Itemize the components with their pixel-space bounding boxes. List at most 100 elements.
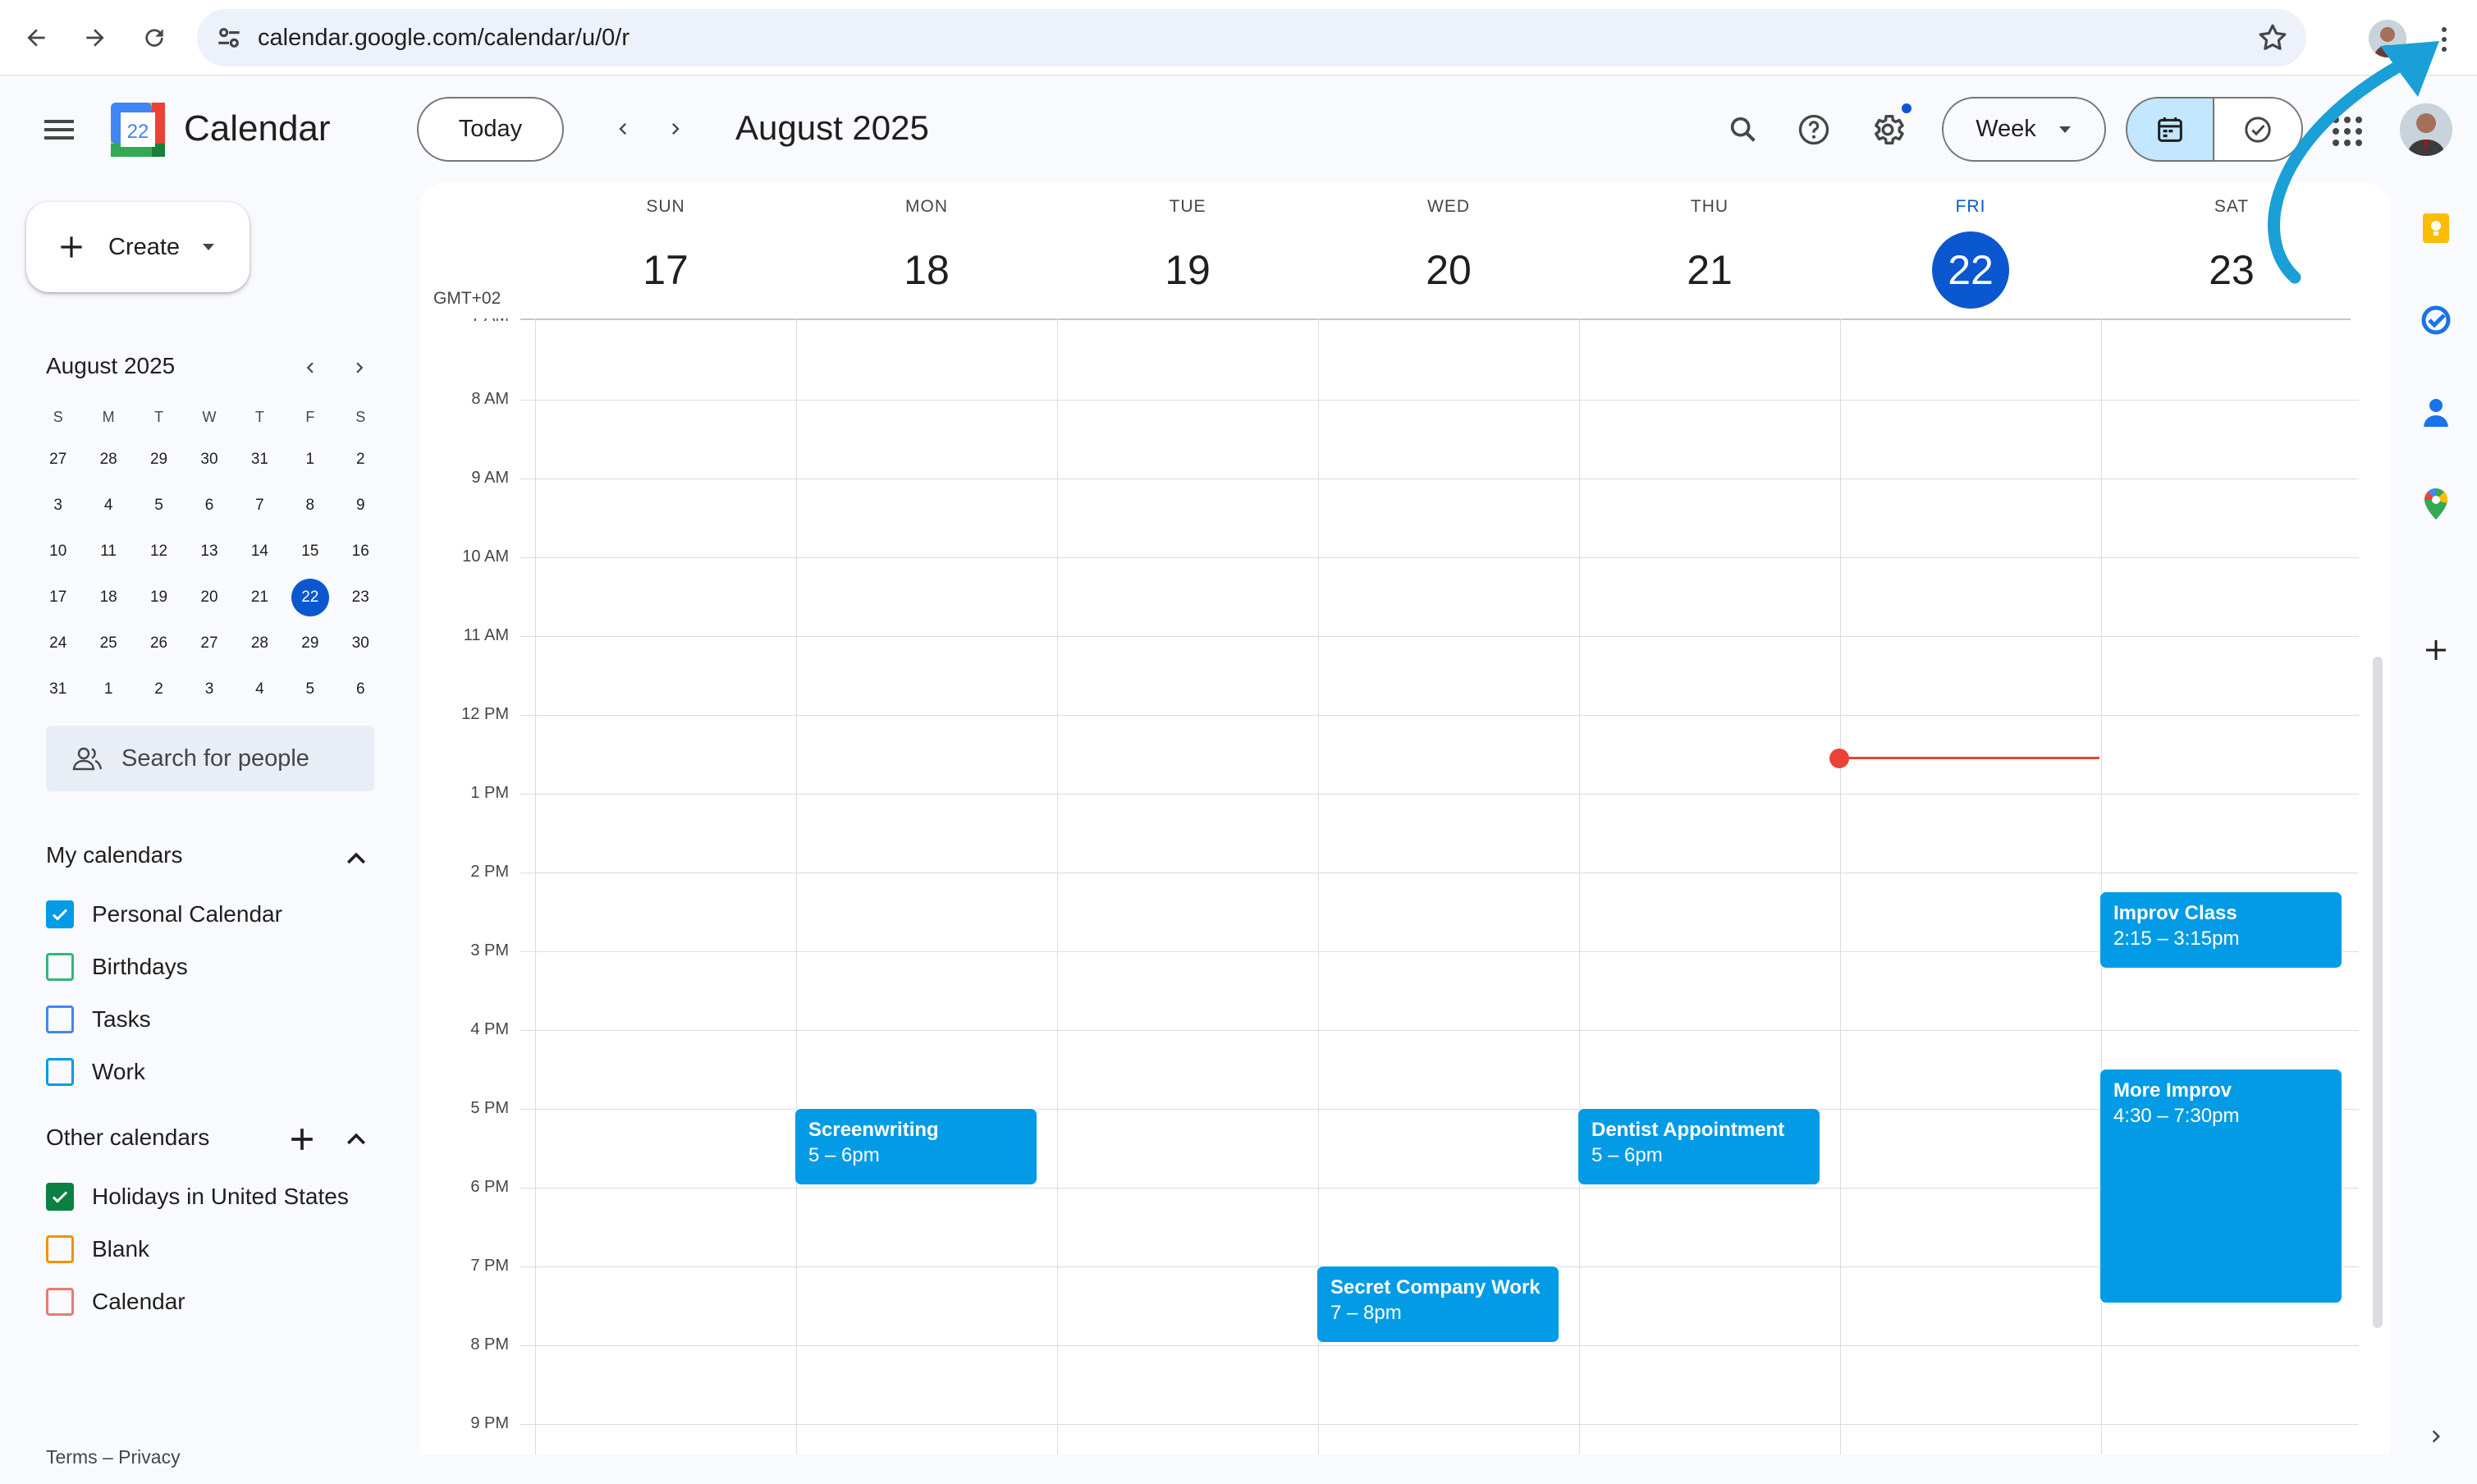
add-addon-icon[interactable] — [2416, 630, 2456, 670]
help-icon[interactable] — [1791, 107, 1837, 153]
mini-calendar-day[interactable]: 30 — [184, 437, 234, 483]
mini-calendar-day[interactable]: 5 — [134, 483, 184, 529]
checkbox-icon[interactable] — [46, 1288, 74, 1316]
mini-calendar-day[interactable]: 29 — [285, 621, 335, 666]
mini-calendar-day[interactable]: 17 — [33, 575, 83, 621]
mini-calendar-day[interactable]: 6 — [184, 483, 234, 529]
mini-calendar-day[interactable]: 25 — [83, 621, 133, 666]
event-dentist-appointment[interactable]: Dentist Appointment 5 – 6pm — [1577, 1108, 1820, 1185]
mini-calendar-prev-button[interactable] — [294, 351, 327, 384]
checkbox-icon[interactable] — [46, 953, 74, 981]
calendar-view-toggle[interactable] — [2126, 97, 2214, 162]
day-header-sun[interactable]: SUN 17 — [535, 197, 796, 309]
grid-scrollbar[interactable] — [2373, 657, 2383, 1328]
event-screenwriting[interactable]: Screenwriting 5 – 6pm — [794, 1108, 1037, 1185]
mini-calendar-day[interactable]: 7 — [235, 483, 285, 529]
day-header-fri-today[interactable]: FRI 22 — [1840, 197, 2101, 309]
calendar-item-personal[interactable]: Personal Calendar — [46, 896, 282, 932]
address-bar[interactable]: calendar.google.com/calendar/u/0/r — [197, 9, 2306, 66]
mini-calendar-next-button[interactable] — [343, 351, 376, 384]
checkbox-checked-icon[interactable] — [46, 900, 74, 928]
settings-icon[interactable] — [1865, 107, 1911, 153]
add-other-calendar-icon[interactable] — [284, 1121, 320, 1157]
menu-icon[interactable] — [36, 113, 82, 146]
mini-calendar-day[interactable]: 8 — [285, 483, 335, 529]
mini-calendar-day-selected[interactable]: 22 — [285, 575, 335, 621]
mini-calendar-day[interactable]: 16 — [336, 529, 386, 575]
chevron-right-icon[interactable] — [2416, 1417, 2456, 1456]
day-number[interactable]: 18 — [888, 231, 965, 309]
day-header-thu[interactable]: THU 21 — [1579, 197, 1840, 309]
day-number[interactable]: 17 — [627, 231, 704, 309]
event-secret-company-work[interactable]: Secret Company Work 7 – 8pm — [1316, 1266, 1559, 1343]
tasks-icon[interactable] — [2416, 300, 2456, 340]
mini-calendar-day[interactable]: 1 — [83, 666, 133, 712]
terms-privacy-link[interactable]: Terms – Privacy — [46, 1446, 181, 1468]
checkbox-icon[interactable] — [46, 1058, 74, 1086]
checkbox-icon[interactable] — [46, 1235, 74, 1263]
day-number-today[interactable]: 22 — [1932, 231, 2009, 309]
collapse-my-calendars-icon[interactable] — [338, 840, 374, 877]
calendar-item-tasks[interactable]: Tasks — [46, 1001, 151, 1037]
checkbox-checked-icon[interactable] — [46, 1183, 74, 1211]
mini-calendar-day[interactable]: 30 — [336, 621, 386, 666]
other-calendars-heading[interactable]: Other calendars — [46, 1124, 209, 1151]
mini-calendar-day[interactable]: 28 — [83, 437, 133, 483]
time-grid[interactable]: 7 AM 8 AM 9 AM 10 AM 11 AM 12 PM 1 PM 2 … — [420, 318, 2365, 1454]
mini-calendar-day[interactable]: 19 — [134, 575, 184, 621]
day-number[interactable]: 19 — [1149, 231, 1226, 309]
mini-calendar-day[interactable]: 3 — [184, 666, 234, 712]
mini-calendar-day[interactable]: 29 — [134, 437, 184, 483]
day-number[interactable]: 21 — [1671, 231, 1748, 309]
mini-calendar-day[interactable]: 6 — [336, 666, 386, 712]
back-icon[interactable] — [13, 15, 59, 61]
mini-calendar-day[interactable]: 13 — [184, 529, 234, 575]
mini-calendar-day[interactable]: 24 — [33, 621, 83, 666]
contacts-icon[interactable] — [2416, 392, 2456, 432]
mini-calendar-day[interactable]: 31 — [33, 666, 83, 712]
mini-calendar-day[interactable]: 27 — [33, 437, 83, 483]
day-number[interactable]: 20 — [1410, 231, 1487, 309]
reload-icon[interactable] — [131, 15, 177, 61]
calendar-item-blank[interactable]: Blank — [46, 1231, 149, 1267]
mini-calendar-day[interactable]: 15 — [285, 529, 335, 575]
view-selector[interactable]: Week — [1942, 97, 2106, 162]
calendar-item-birthdays[interactable]: Birthdays — [46, 949, 188, 985]
site-info-icon[interactable] — [213, 22, 245, 53]
mini-calendar-day[interactable]: 3 — [33, 483, 83, 529]
collapse-other-calendars-icon[interactable] — [338, 1121, 374, 1157]
mini-calendar-day[interactable]: 11 — [83, 529, 133, 575]
create-button[interactable]: Create — [26, 202, 250, 292]
search-icon[interactable] — [1720, 107, 1766, 153]
calendar-item-work[interactable]: Work — [46, 1054, 145, 1090]
mini-calendar-day[interactable]: 4 — [235, 666, 285, 712]
mini-calendar-day[interactable]: 27 — [184, 621, 234, 666]
mini-calendar-day[interactable]: 4 — [83, 483, 133, 529]
previous-week-button[interactable] — [602, 108, 643, 149]
mini-calendar-day[interactable]: 2 — [134, 666, 184, 712]
mini-calendar-day[interactable]: 20 — [184, 575, 234, 621]
maps-icon[interactable] — [2416, 484, 2456, 524]
people-search-input[interactable]: Search for people — [46, 726, 374, 791]
mini-calendar-day[interactable]: 12 — [134, 529, 184, 575]
mini-calendar-day[interactable]: 18 — [83, 575, 133, 621]
checkbox-icon[interactable] — [46, 1005, 74, 1033]
day-header-tue[interactable]: TUE 19 — [1057, 197, 1318, 309]
url-text[interactable]: calendar.google.com/calendar/u/0/r — [258, 25, 630, 52]
next-week-button[interactable] — [655, 108, 696, 149]
calendar-item-holidays[interactable]: Holidays in United States — [46, 1179, 349, 1215]
calendar-item-calendar[interactable]: Calendar — [46, 1284, 185, 1320]
today-button[interactable]: Today — [417, 97, 564, 162]
mini-calendar-day[interactable]: 2 — [336, 437, 386, 483]
day-header-wed[interactable]: WED 20 — [1318, 197, 1579, 309]
day-header-mon[interactable]: MON 18 — [796, 197, 1057, 309]
forward-icon[interactable] — [72, 15, 118, 61]
mini-calendar-day[interactable]: 5 — [285, 666, 335, 712]
my-calendars-heading[interactable]: My calendars — [46, 842, 183, 868]
mini-calendar-day[interactable]: 21 — [235, 575, 285, 621]
mini-calendar-day[interactable]: 23 — [336, 575, 386, 621]
mini-calendar-day[interactable]: 26 — [134, 621, 184, 666]
mini-calendar-day[interactable]: 10 — [33, 529, 83, 575]
event-improv-class[interactable]: Improv Class 2:15 – 3:15pm — [2099, 891, 2342, 969]
mini-calendar-day[interactable]: 31 — [235, 437, 285, 483]
